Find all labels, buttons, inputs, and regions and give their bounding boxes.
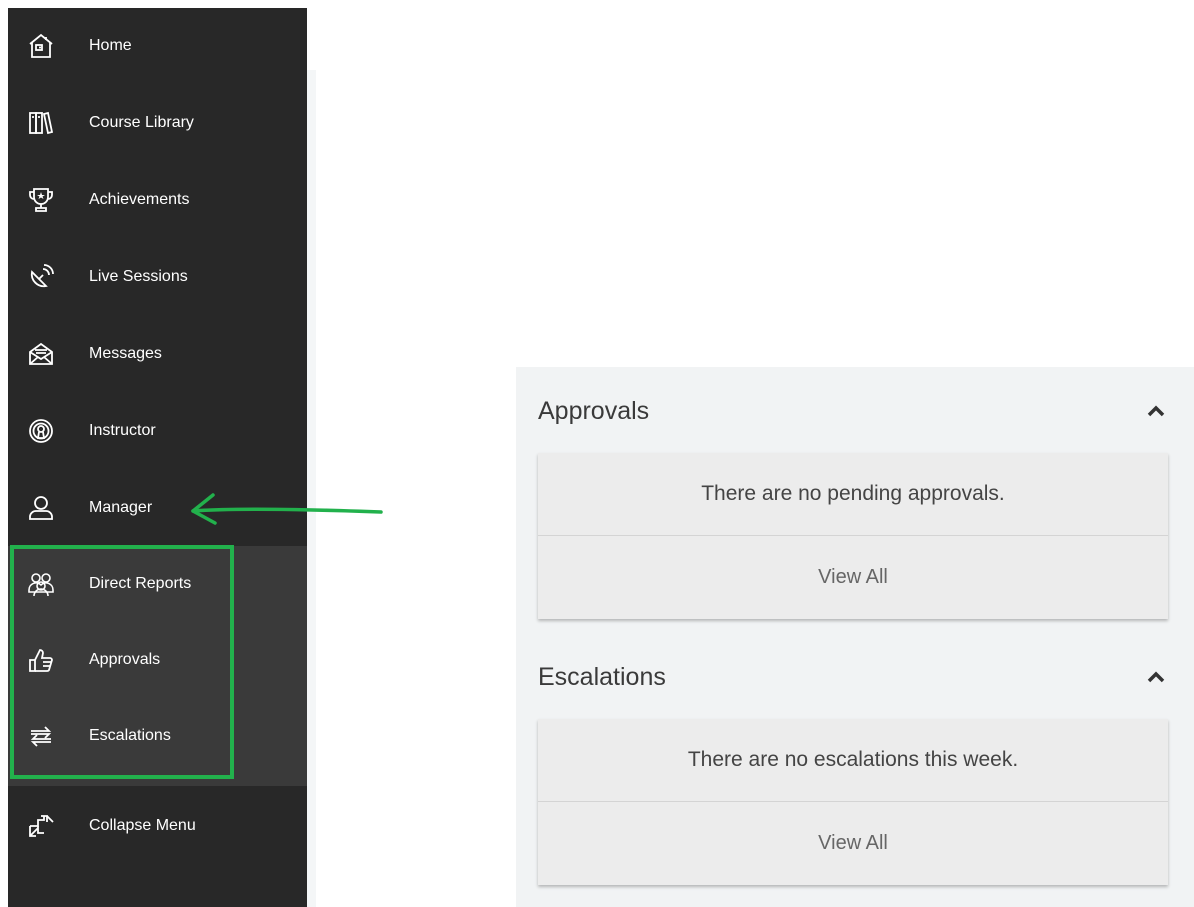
escalations-title: Escalations	[538, 662, 666, 691]
sidebar-item-messages[interactable]: Messages	[8, 316, 307, 392]
approvals-empty-message: There are no pending approvals.	[538, 453, 1168, 536]
sidebar-item-label: Course Library	[89, 114, 194, 131]
sidebar-item-home[interactable]: Home	[8, 8, 307, 84]
escalations-empty-message: There are no escalations this week.	[538, 719, 1168, 802]
sidebar-item-instructor[interactable]: Instructor	[8, 393, 307, 469]
escalations-header: Escalations	[538, 657, 1168, 697]
escalations-view-all-link[interactable]: View All	[538, 802, 1168, 885]
collapse-icon	[26, 811, 56, 841]
sidebar-nav: Home Course Library Achievements Live Se…	[8, 8, 307, 907]
home-icon	[26, 31, 56, 61]
chevron-up-icon	[1147, 405, 1165, 417]
sidebar-item-label: Live Sessions	[89, 268, 188, 285]
arrows-swap-icon	[26, 721, 56, 751]
sidebar-item-collapse-menu[interactable]: Collapse Menu	[8, 788, 307, 864]
sidebar-item-label: Instructor	[89, 422, 156, 439]
group-icon	[26, 569, 56, 599]
chevron-up-icon	[1147, 671, 1165, 683]
page: Home Course Library Achievements Live Se…	[0, 0, 1194, 907]
sidebar-item-approvals[interactable]: Approvals	[8, 622, 307, 698]
sidebar-item-escalations[interactable]: Escalations	[8, 698, 307, 774]
sidebar-item-achievements[interactable]: Achievements	[8, 162, 307, 238]
sidebar-item-label: Approvals	[89, 651, 161, 668]
approvals-collapse-button[interactable]	[1144, 399, 1168, 423]
thumbs-up-icon	[26, 645, 56, 675]
sidebar-item-label: Escalations	[89, 727, 171, 744]
sidebar-item-label: Direct Reports	[89, 575, 192, 592]
sidebar-item-direct-reports[interactable]: Direct Reports	[8, 546, 307, 622]
broadcast-icon	[26, 416, 56, 446]
satellite-icon	[26, 262, 56, 292]
sidebar-item-label: Achievements	[89, 191, 190, 208]
books-icon	[26, 108, 56, 138]
annotation-arrow	[191, 493, 383, 525]
approvals-card: There are no pending approvals. View All	[538, 453, 1168, 619]
sidebar-item-label: Messages	[89, 345, 162, 362]
sidebar-item-live-sessions[interactable]: Live Sessions	[8, 239, 307, 315]
escalations-collapse-button[interactable]	[1144, 665, 1168, 689]
envelope-icon	[26, 339, 56, 369]
escalations-card: There are no escalations this week. View…	[538, 719, 1168, 885]
sidebar-item-label: Manager	[89, 499, 153, 516]
user-icon	[26, 493, 56, 523]
approvals-header: Approvals	[538, 391, 1168, 431]
approvals-title: Approvals	[538, 396, 650, 425]
trophy-icon	[26, 185, 56, 215]
sidebar-item-label: Home	[89, 37, 132, 54]
approvals-view-all-link[interactable]: View All	[538, 536, 1168, 619]
sidebar-item-label: Collapse Menu	[89, 817, 196, 834]
manager-submenu: Direct Reports Approvals Escalations	[8, 546, 307, 786]
sidebar-item-course-library[interactable]: Course Library	[8, 85, 307, 161]
dashboard-panel: Approvals There are no pending approvals…	[516, 367, 1194, 907]
